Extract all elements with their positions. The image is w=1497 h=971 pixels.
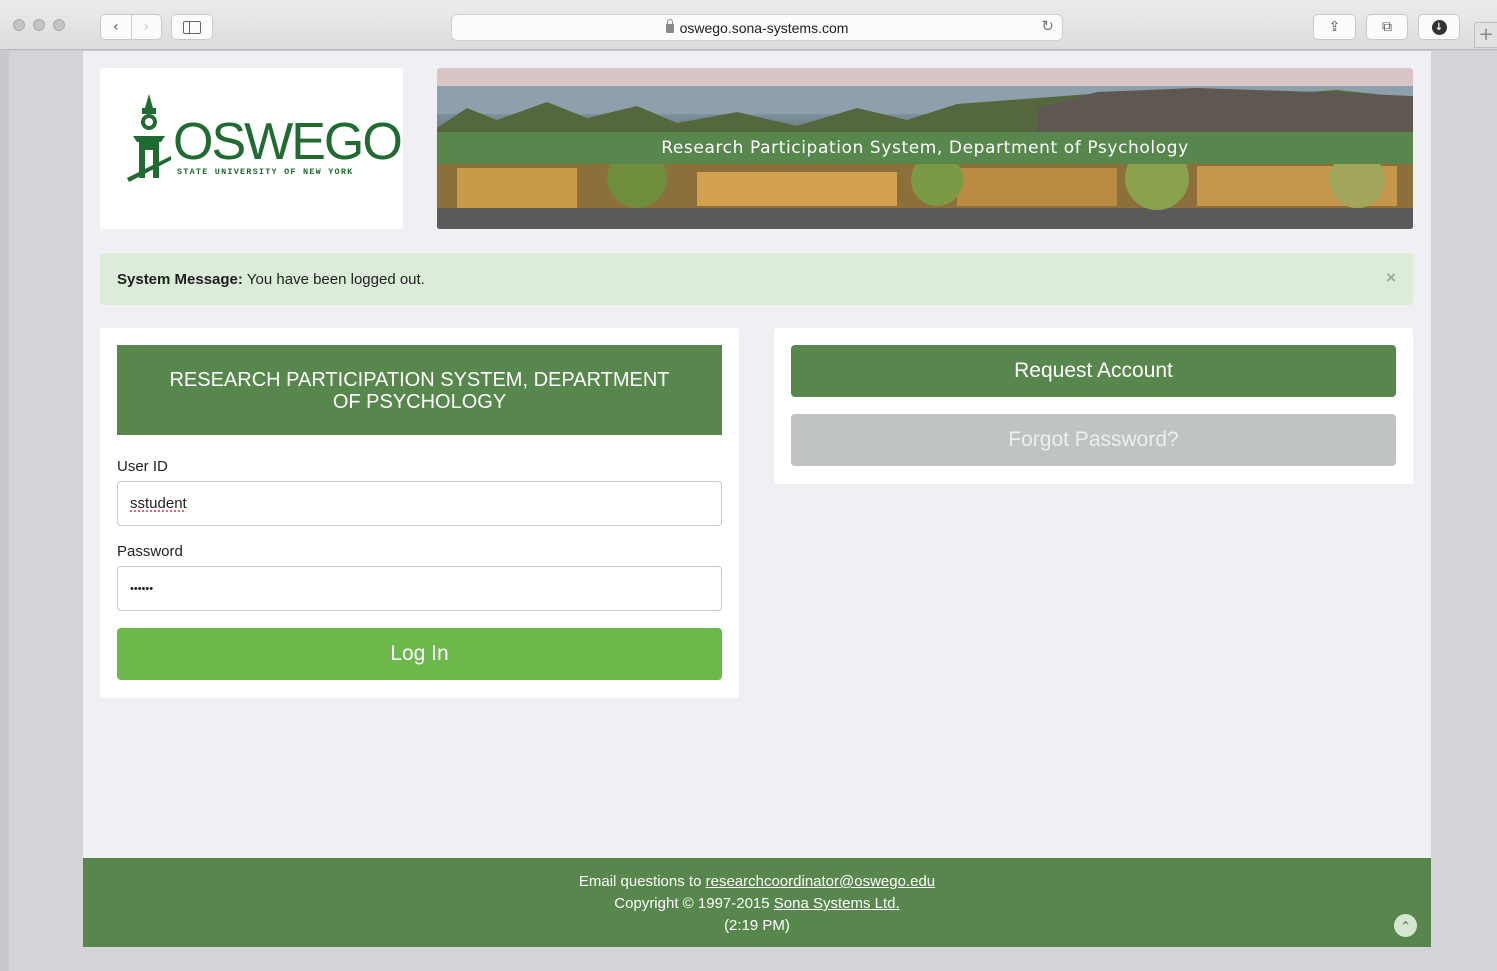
campus-banner: Research Participation System, Departmen… (437, 68, 1413, 229)
sidebar-icon (183, 20, 201, 34)
forward-icon[interactable]: › (130, 15, 162, 39)
footer-time: (2:19 PM) (724, 917, 790, 934)
account-actions-panel: Request Account Forgot Password? (774, 328, 1413, 484)
sidebar-toggle-button[interactable] (171, 14, 213, 40)
system-message-alert: System Message: You have been logged out… (100, 253, 1413, 305)
clocktower-icon (127, 94, 171, 182)
share-button[interactable]: ⇪ (1313, 14, 1356, 40)
new-tab-button[interactable]: + (1474, 22, 1497, 48)
footer-email-line: Email questions to researchcoordinator@o… (83, 871, 1431, 893)
browser-toolbar: ‹ › oswego.sona-systems.com ↻ ⇪ ⧉ ↓ + (0, 0, 1497, 50)
user-id-input[interactable]: sstudent (117, 481, 722, 526)
close-icon[interactable]: × (1386, 268, 1396, 288)
forgot-password-button[interactable]: Forgot Password? (791, 414, 1396, 466)
password-label: Password (117, 543, 183, 560)
logo-subtitle: STATE UNIVERSITY OF NEW YORK (177, 167, 354, 177)
zoom-window-button[interactable] (53, 19, 65, 31)
address-bar[interactable]: oswego.sona-systems.com ↻ (451, 14, 1063, 41)
oswego-logo[interactable]: OSWEGO STATE UNIVERSITY OF NEW YORK (100, 68, 403, 229)
download-icon: ↓ (1431, 19, 1447, 35)
lock-icon (665, 19, 674, 33)
sona-systems-link[interactable]: Sona Systems Ltd. (774, 895, 900, 912)
reload-icon[interactable]: ↻ (1041, 17, 1054, 35)
password-input[interactable]: •••••• (117, 566, 722, 611)
footer-email-prefix: Email questions to (578, 873, 702, 890)
alert-message: You have been logged out. (246, 270, 425, 288)
user-id-value: sstudent (130, 495, 187, 512)
page-container: OSWEGO STATE UNIVERSITY OF NEW YORK Rese… (83, 51, 1431, 947)
request-account-button[interactable]: Request Account (791, 345, 1396, 397)
tabs-icon: ⧉ (1382, 19, 1392, 35)
login-panel: RESEARCH PARTICIPATION SYSTEM, DEPARTMEN… (100, 328, 739, 698)
logo-wordmark: OSWEGO (173, 113, 403, 171)
footer-copyright-line: Copyright © 1997-2015 Sona Systems Ltd. (83, 893, 1431, 915)
url-text: oswego.sona-systems.com (679, 19, 849, 36)
share-icon: ⇪ (1328, 19, 1341, 35)
back-icon[interactable]: ‹ (101, 15, 131, 39)
close-window-button[interactable] (13, 19, 25, 31)
coordinator-email-link[interactable]: researchcoordinator@oswego.edu (706, 873, 936, 890)
alert-label: System Message: (117, 270, 243, 288)
banner-title: Research Participation System, Departmen… (437, 132, 1413, 164)
login-panel-title: RESEARCH PARTICIPATION SYSTEM, DEPARTMEN… (117, 345, 722, 435)
minimize-window-button[interactable] (33, 19, 45, 31)
show-tabs-button[interactable]: ⧉ (1366, 14, 1408, 40)
page-footer: Email questions to researchcoordinator@o… (83, 858, 1431, 947)
back-forward-group: ‹ › (100, 14, 162, 40)
scroll-to-top-icon[interactable]: ⌃ (1394, 914, 1417, 937)
downloads-button[interactable]: ↓ (1418, 14, 1460, 40)
user-id-label: User ID (117, 458, 168, 475)
footer-copyright-prefix: Copyright © 1997-2015 (614, 895, 770, 912)
login-button[interactable]: Log In (117, 628, 722, 680)
password-value: •••••• (130, 582, 154, 595)
